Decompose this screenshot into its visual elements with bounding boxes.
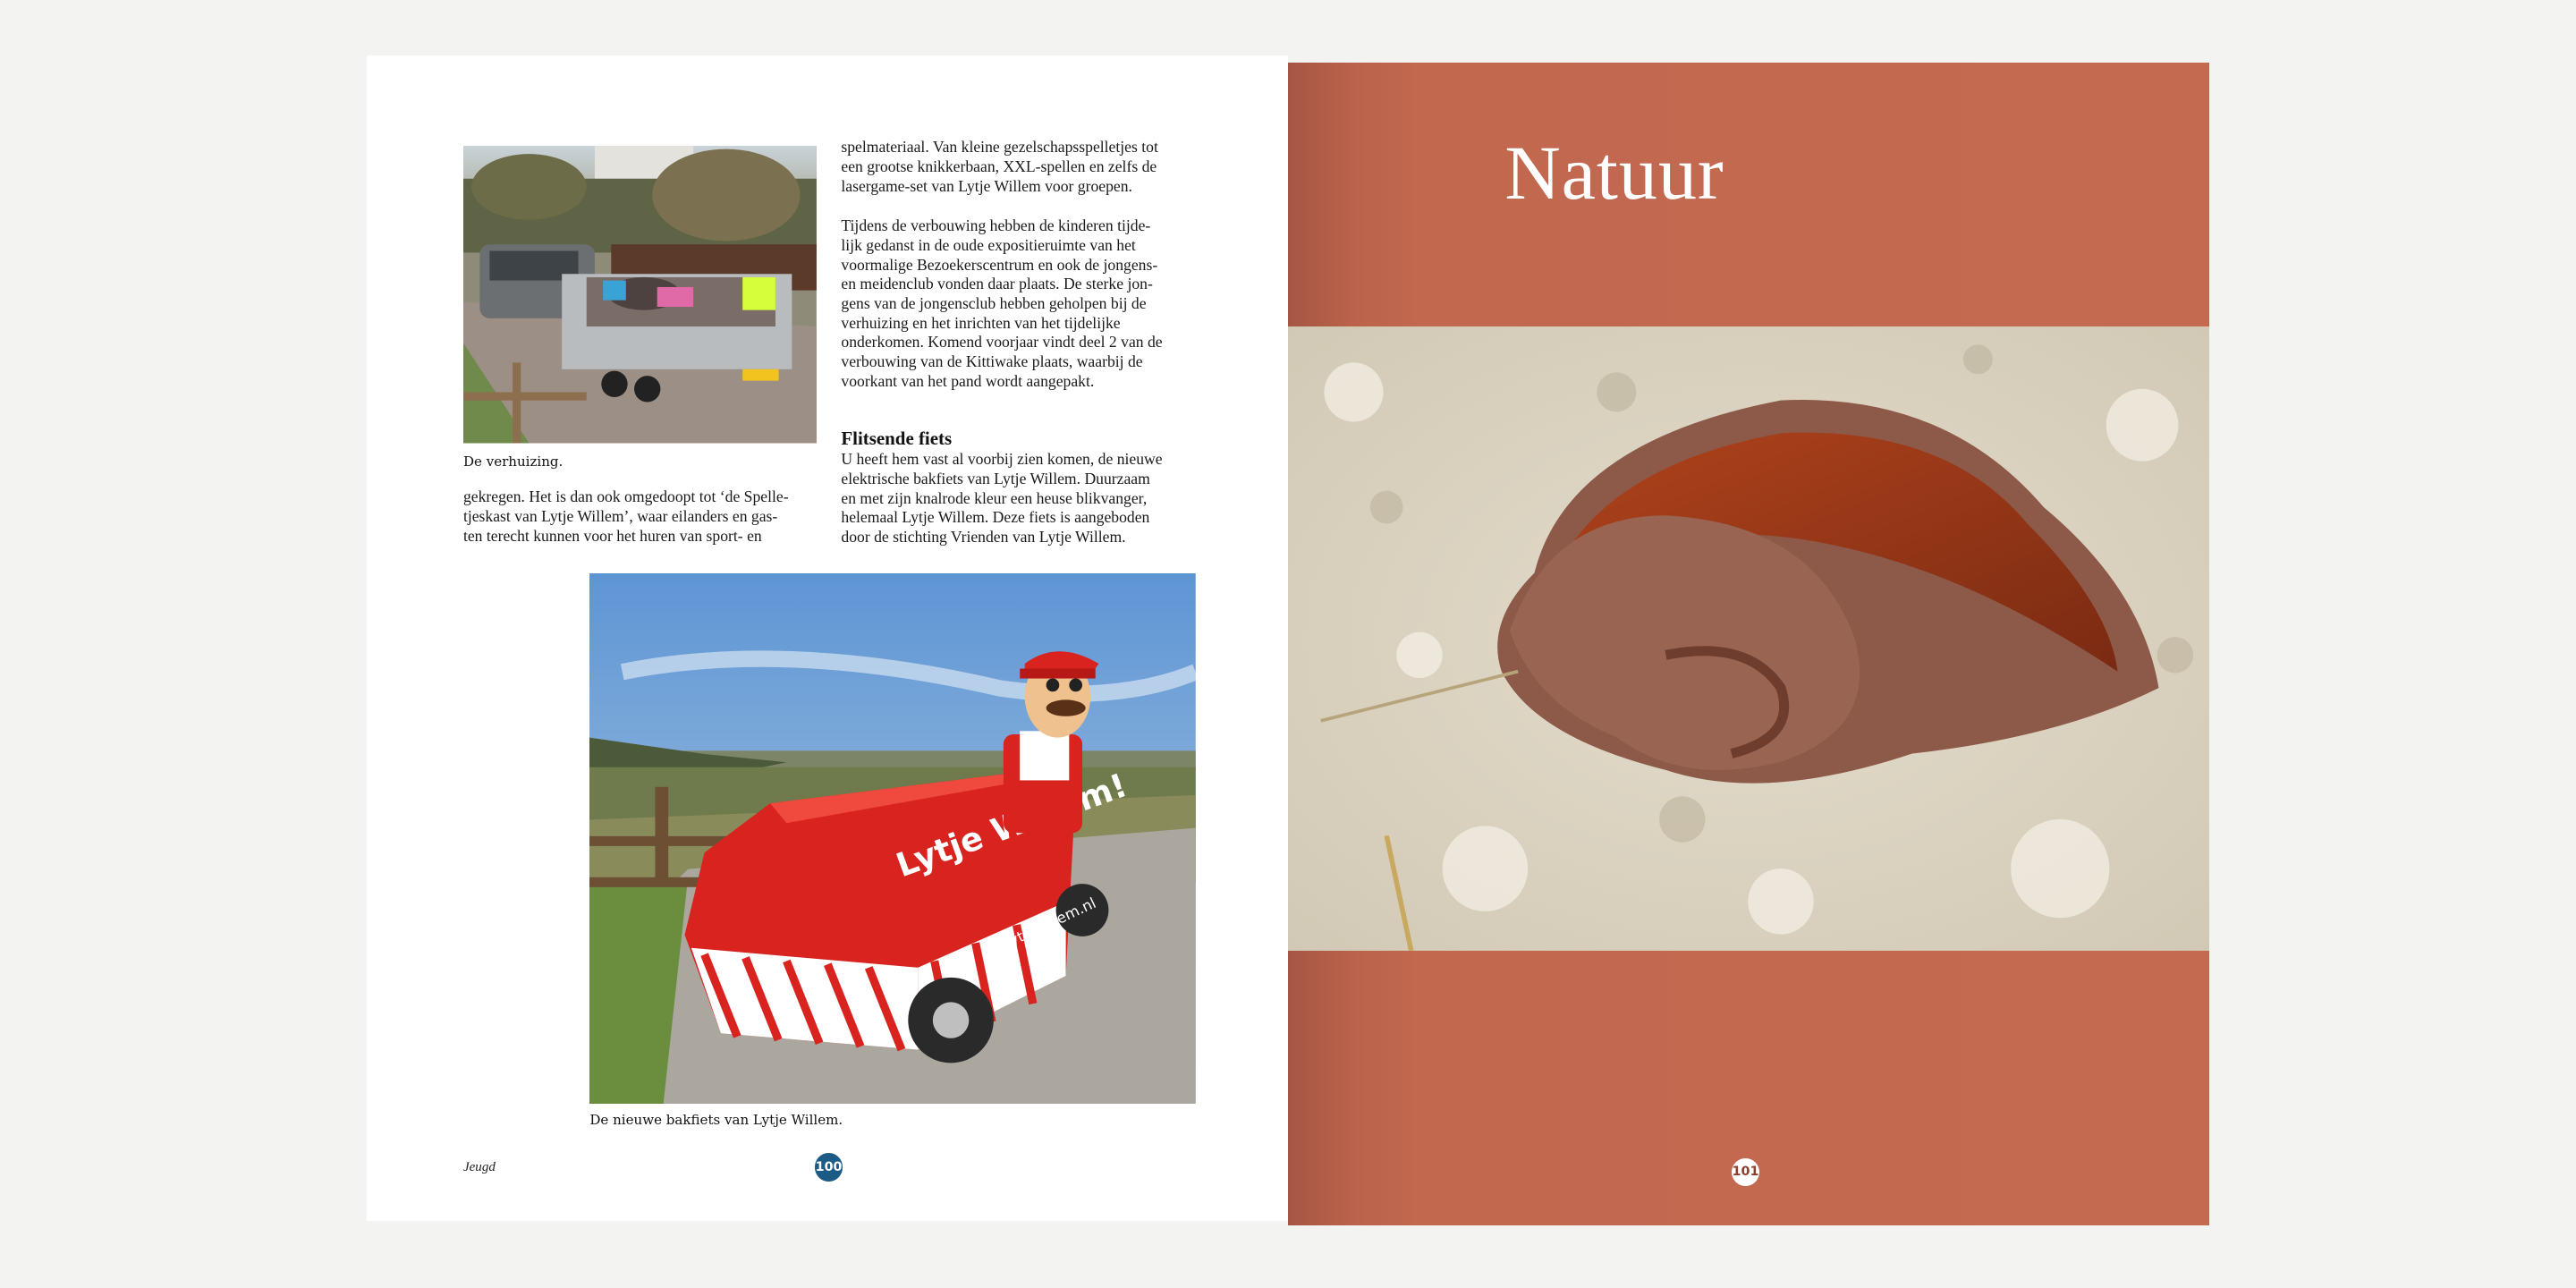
section-heading: Flitsende fiets: [841, 427, 953, 449]
moving-photo-caption: De verhuizing.: [462, 453, 564, 470]
body-paragraph-left: gekregen. Het is dan ook omgedoopt tot ‘…: [462, 487, 789, 545]
fungus-photo: [1287, 326, 2210, 952]
body-paragraph-right-3: U heeft hem vast al voorbij zien komen, …: [841, 450, 1163, 546]
cargo-bike-caption: De nieuwe bakfiets van Lytje Willem.: [589, 1112, 843, 1129]
book-spread: De verhuizing. gekregen. Het is dan ook …: [0, 0, 2576, 1288]
photo-cup-fungus-image: [1287, 326, 2210, 952]
photo-cargo-bike-image: Lytje Willem! lytjewillem.nl: [589, 572, 1197, 1105]
moving-photo: [462, 146, 817, 444]
left-page: De verhuizing. gekregen. Het is dan ook …: [366, 55, 1288, 1221]
running-footer-section: Jeugd: [462, 1159, 496, 1174]
page-number-badge-right: 101: [1731, 1157, 1760, 1187]
photo-trailer-image: [462, 146, 817, 444]
body-paragraph-right-1: spelmateriaal. Van kleine gezelschapsspe…: [841, 138, 1158, 195]
right-page: Natuur 101: [1287, 62, 2210, 1226]
chapter-title: Natuur: [1504, 130, 1724, 216]
page-number-badge-left: 100: [814, 1153, 843, 1182]
cargo-bike-photo: Lytje Willem! lytjewillem.nl: [589, 572, 1197, 1105]
body-paragraph-right-2: Tijdens de verbouwing hebben de kinderen…: [841, 216, 1163, 390]
